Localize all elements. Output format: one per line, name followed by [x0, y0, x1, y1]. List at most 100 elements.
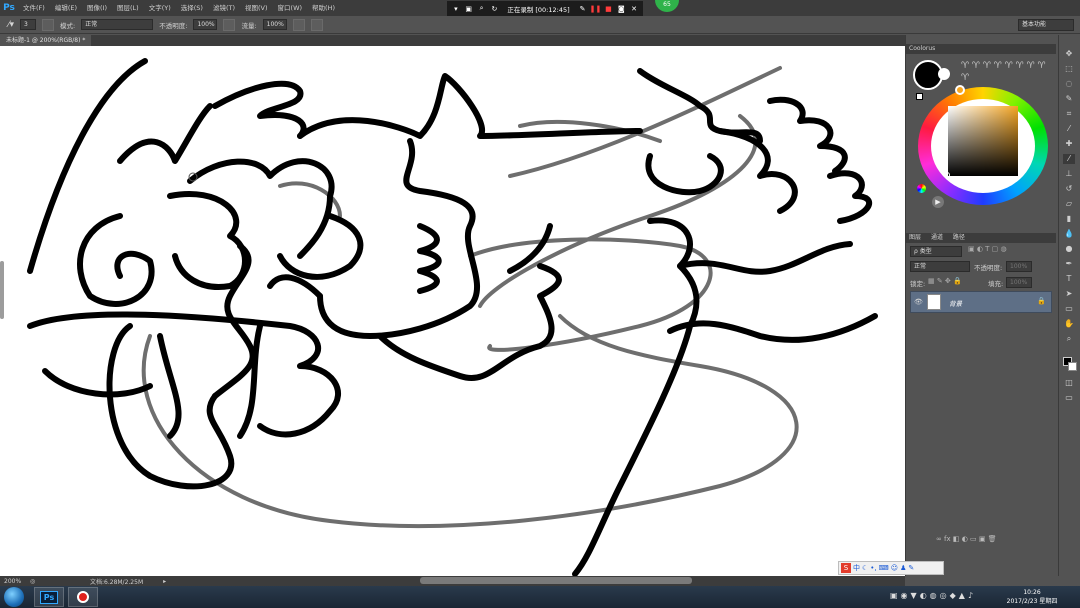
eye-icon[interactable]: 👁 [914, 298, 923, 306]
camera-icon[interactable]: ◙ [617, 5, 625, 13]
status-menu-icon[interactable]: ▸ [163, 578, 166, 585]
tray-icons[interactable]: ▣◉▼◐◍◎◆▲♪ [890, 591, 995, 603]
eraser-tool-icon[interactable]: ▱ [1063, 199, 1075, 209]
photoshop-icon: Ps [39, 590, 59, 604]
ime-tools-icon[interactable]: ✎ [908, 564, 914, 572]
opacity-field[interactable]: 100% [193, 19, 218, 30]
move-tool-icon[interactable]: ✥ [1063, 49, 1075, 59]
pen-icon[interactable]: ✎ [579, 5, 587, 13]
menu-type[interactable]: 文字(Y) [144, 0, 176, 16]
tab-channels[interactable]: 通道 [931, 234, 943, 241]
brush-tool-icon[interactable]: ⁄▾ [8, 20, 14, 30]
quick-select-icon[interactable]: ✎ [1063, 94, 1075, 104]
stamp-tool-icon[interactable]: ⊥ [1063, 169, 1075, 179]
panel-collapse-handle[interactable] [0, 261, 4, 319]
background-color-swatch[interactable] [1068, 362, 1077, 371]
type-tool-icon[interactable]: T [1063, 274, 1075, 284]
zoom-icon[interactable]: ⌕ [478, 4, 486, 13]
filter-icons[interactable]: ▣ ◐ T ▢ ◍ [968, 245, 1048, 255]
lock-icons[interactable]: ▦ ✎ ✥ 🔒 [928, 277, 978, 287]
black-stroke [27, 311, 341, 438]
horizontal-scrollbar[interactable] [420, 577, 692, 584]
ime-shirt-icon[interactable]: ♟ [900, 564, 906, 572]
layer-opacity-field[interactable]: 100% [1006, 261, 1032, 272]
ime-keyboard-icon[interactable]: ⌨ [879, 564, 889, 572]
sogou-icon[interactable]: S [841, 563, 851, 573]
color-marker[interactable] [944, 172, 950, 178]
taskbar-recorder[interactable] [68, 587, 98, 607]
quick-mask-icon[interactable]: ◫ [1063, 378, 1075, 388]
color-panel-header: Coolorus [906, 44, 1056, 54]
layer-name[interactable]: 背景 [949, 298, 962, 308]
blend-mode-select[interactable]: 正常 [910, 261, 970, 272]
workspace-select[interactable]: 基本功能 [1018, 19, 1074, 31]
color-panel-title[interactable]: Coolorus [909, 45, 935, 52]
window-icon[interactable]: ▣ [465, 5, 473, 13]
refresh-icon[interactable]: ↻ [490, 5, 498, 13]
hue-marker[interactable] [955, 85, 965, 95]
tab-layers[interactable]: 图层 [909, 234, 921, 241]
menu-image[interactable]: 图像(I) [82, 0, 112, 16]
history-brush-icon[interactable]: ↺ [1063, 184, 1075, 194]
spectrum-icon[interactable] [917, 184, 926, 193]
shape-tool-icon[interactable]: ▭ [1063, 304, 1075, 314]
dodge-tool-icon[interactable]: ● [1063, 244, 1075, 254]
hand-tool-icon[interactable]: ✋ [1063, 319, 1075, 329]
gray-stroke [468, 237, 713, 352]
crop-tool-icon[interactable]: ⌗ [1063, 109, 1075, 119]
black-stroke [637, 68, 763, 144]
zoom-level[interactable]: 200% [0, 578, 30, 585]
blur-tool-icon[interactable]: 💧 [1063, 229, 1075, 239]
canvas[interactable] [0, 46, 905, 576]
menu-help[interactable]: 帮助(H) [307, 0, 340, 16]
flow-field[interactable]: 100% [262, 19, 287, 30]
airbrush-icon[interactable] [292, 18, 305, 31]
menu-window[interactable]: 窗口(W) [273, 0, 308, 16]
windows-taskbar: Ps ▣◉▼◐◍◎◆▲♪ 10:26 2017/2/23 星期四 [0, 586, 1080, 608]
layer-row[interactable]: 👁 背景 🔒 [910, 291, 1052, 313]
stop-icon[interactable]: ■ [604, 5, 612, 13]
fill-field[interactable]: 100% [1006, 277, 1032, 288]
menu-filter[interactable]: 滤镜(T) [208, 0, 240, 16]
eyedropper-tool-icon[interactable]: ⁄ [1063, 124, 1075, 134]
mode-select[interactable]: 正常 [81, 19, 154, 30]
brush-size-picker[interactable]: 3 [20, 19, 37, 30]
close-icon[interactable]: ✕ [630, 5, 638, 13]
layer-footer-icons[interactable]: ∞ fx ◧ ◐ ▭ ▣ 🗑 [936, 535, 1052, 545]
pressure-opacity-icon[interactable] [223, 18, 236, 31]
pen-tool-icon[interactable]: ✒ [1063, 259, 1075, 269]
start-button[interactable] [4, 587, 24, 607]
brush-panel-icon[interactable] [42, 18, 55, 31]
brush-tool-icon[interactable]: ⁄ [1063, 154, 1075, 164]
gradient-tool-icon[interactable]: ▮ [1063, 214, 1075, 224]
menu-file[interactable]: 文件(F) [18, 0, 50, 16]
swap-colors-icon[interactable] [916, 93, 923, 100]
menu-view[interactable]: 视图(V) [240, 0, 273, 16]
taskbar-photoshop[interactable]: Ps [34, 587, 64, 607]
ime-moon-icon[interactable]: ☾ [862, 564, 868, 572]
lasso-tool-icon[interactable]: ◌ [1063, 79, 1075, 89]
menu-layer[interactable]: 图层(L) [112, 0, 144, 16]
healing-tool-icon[interactable]: ✚ [1063, 139, 1075, 149]
background-swatch[interactable] [938, 68, 950, 80]
path-select-icon[interactable]: ➤ [1063, 289, 1075, 299]
pressure-size-icon[interactable] [310, 18, 323, 31]
layer-filter-select[interactable]: ρ 类型 [910, 246, 962, 257]
marquee-tool-icon[interactable]: ⬚ [1063, 64, 1075, 74]
ime-language[interactable]: 中 [853, 563, 860, 573]
dropdown-icon[interactable]: ▾ [452, 5, 460, 13]
tab-paths[interactable]: 路径 [953, 234, 965, 241]
black-stroke [117, 103, 213, 164]
zoom-tool-icon[interactable]: ⌕ [1063, 334, 1075, 344]
menu-select[interactable]: 选择(S) [176, 0, 208, 16]
play-icon[interactable]: ▶ [932, 196, 944, 208]
saturation-square[interactable] [948, 106, 1018, 176]
menu-edit[interactable]: 编辑(E) [50, 0, 82, 16]
ime-punct-icon[interactable]: •, [870, 564, 876, 572]
document-tab[interactable]: 未标题-1 @ 200%(RGB/8) * [0, 35, 92, 46]
screen-mode-icon[interactable]: ▭ [1063, 393, 1075, 403]
ime-user-icon[interactable]: ☺ [891, 564, 898, 572]
pause-icon[interactable]: ❚❚ [590, 5, 602, 13]
system-clock[interactable]: 10:26 2017/2/23 星期四 [1002, 588, 1062, 606]
photoshop-logo: Ps [3, 3, 15, 13]
